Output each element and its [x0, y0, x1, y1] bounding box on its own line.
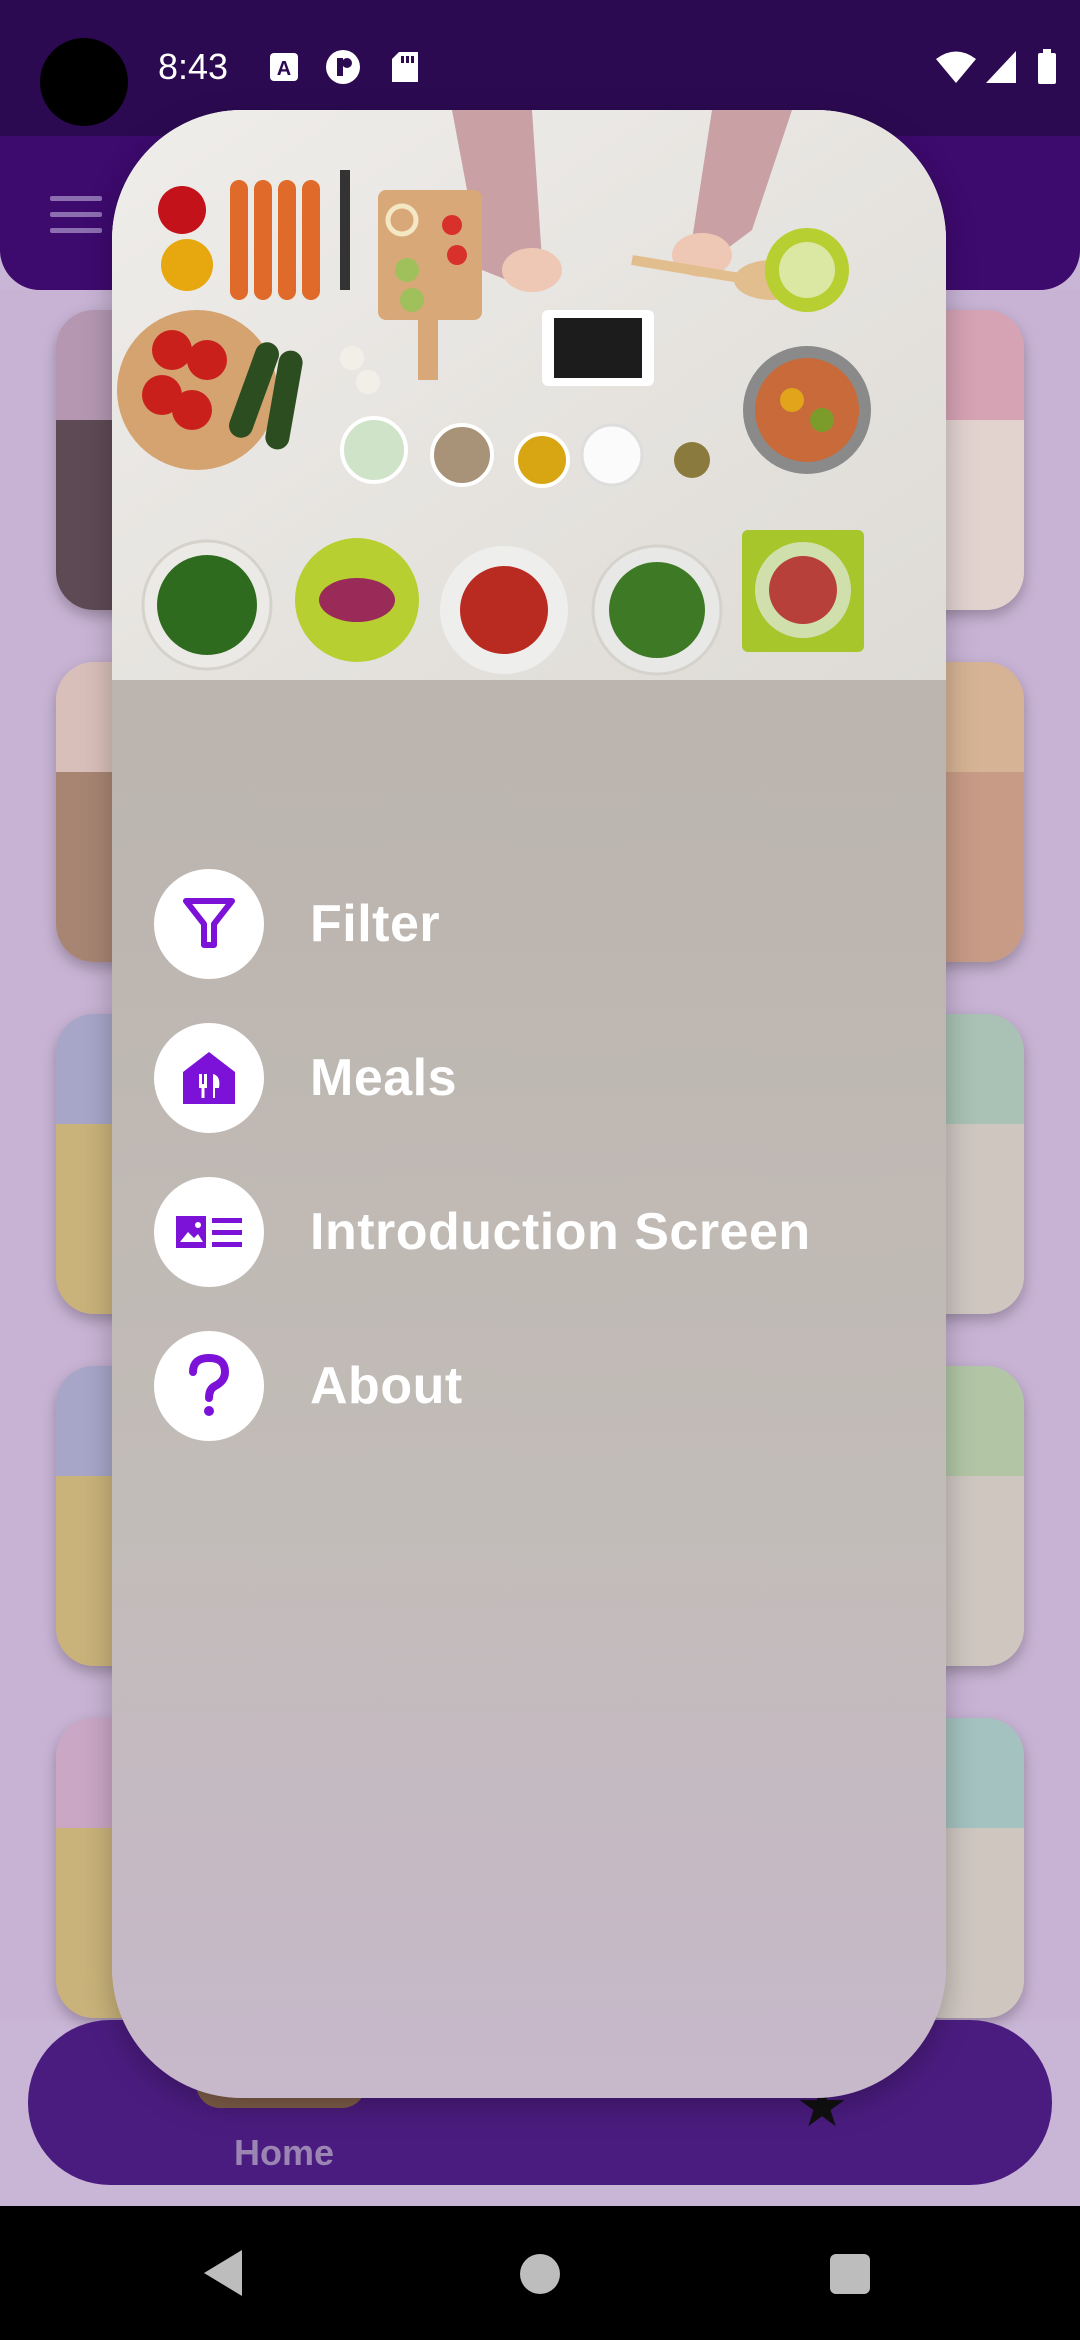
wifi-icon [934, 50, 978, 84]
drawer-item-label: Meals [310, 1049, 458, 1107]
a-notification-icon: A [268, 50, 300, 84]
drawer-item-label: Filter [310, 895, 441, 953]
drawer-item-label: About [310, 1357, 463, 1415]
status-time: 8:43 [158, 46, 229, 87]
sd-card-icon [390, 50, 420, 84]
circle-app-icon [324, 50, 362, 84]
vegetables-on-table-image [112, 110, 946, 680]
signal-icon [984, 50, 1018, 84]
recents-icon[interactable] [830, 2254, 870, 2294]
home-circle-icon[interactable] [520, 2254, 560, 2294]
system-navigation-bar [0, 2206, 1080, 2340]
drawer-item-meals[interactable]: Meals [154, 1022, 914, 1134]
nav-home-label[interactable]: Home [200, 2132, 368, 2174]
drawer-item-introduction-screen[interactable]: Introduction Screen [154, 1176, 914, 1288]
filter-icon [154, 869, 264, 979]
battery-icon [1036, 49, 1058, 84]
hamburger-menu-icon[interactable] [50, 196, 102, 233]
navigation-drawer: Filter Meals Introduction Screen About [112, 110, 946, 2098]
article-icon [154, 1177, 264, 1287]
drawer-item-filter[interactable]: Filter [154, 868, 914, 980]
drawer-item-about[interactable]: About [154, 1330, 914, 1442]
back-icon[interactable] [200, 2248, 244, 2303]
svg-text:A: A [277, 58, 291, 80]
drawer-item-label: Introduction Screen [310, 1203, 811, 1261]
meals-icon [154, 1023, 264, 1133]
help-icon [154, 1331, 264, 1441]
